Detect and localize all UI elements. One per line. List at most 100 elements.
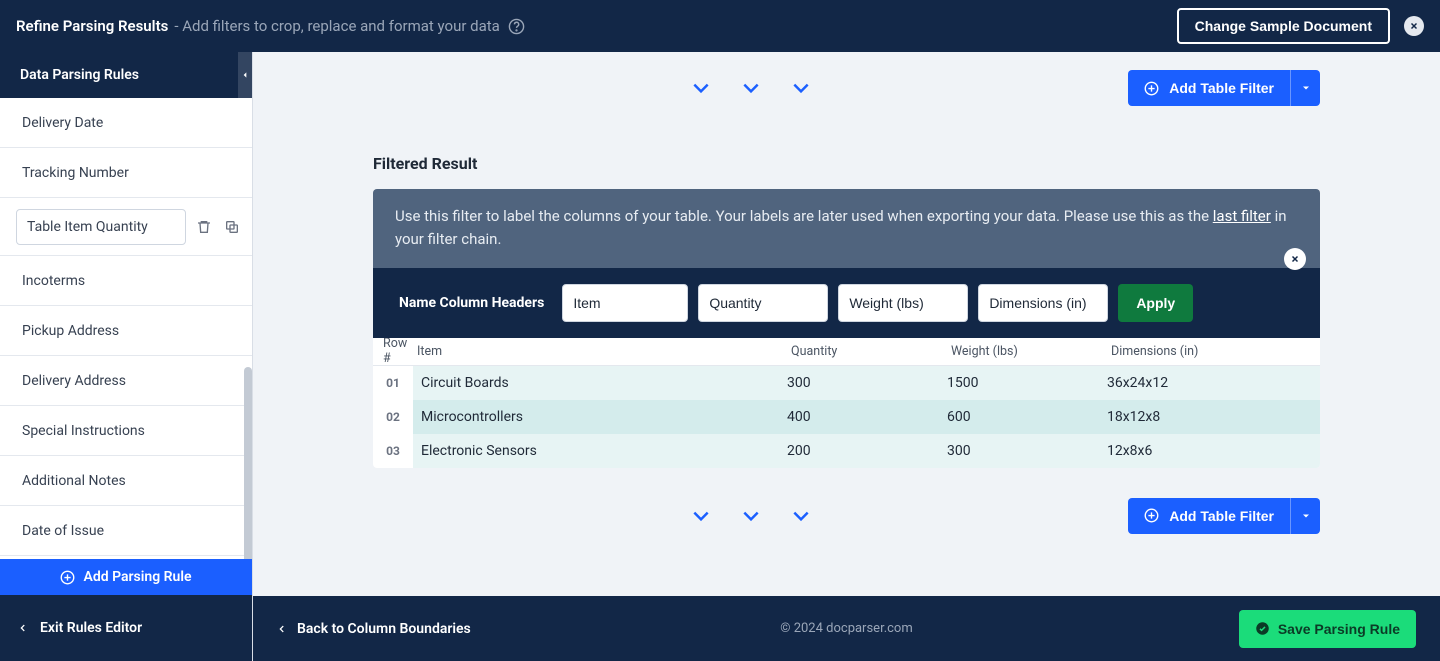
add-filter-dropdown-caret[interactable] — [1290, 498, 1320, 534]
rule-label: Additional Notes — [22, 473, 126, 489]
rules-list: Delivery Date Tracking Number Table Item… — [0, 98, 252, 559]
panel-close-icon[interactable] — [1284, 248, 1306, 270]
page-title: Refine Parsing Results — [16, 17, 168, 35]
copyright-text: © 2024 docparser.com — [780, 621, 913, 636]
chevron-down-icon[interactable] — [787, 506, 815, 526]
add-filter-label: Add Table Filter — [1169, 508, 1274, 524]
plus-circle-icon — [1144, 81, 1159, 96]
inputs-label: Name Column Headers — [399, 295, 544, 311]
sidebar-rule-active: Table Item Quantity — [0, 198, 252, 256]
apply-button[interactable]: Apply — [1118, 284, 1193, 322]
th-quantity: Quantity — [791, 344, 951, 359]
cell-quantity: 200 — [787, 443, 947, 459]
cell-item: Microcontrollers — [413, 409, 787, 425]
rule-label: Pickup Address — [22, 323, 119, 339]
active-rule-name-input[interactable]: Table Item Quantity — [16, 209, 186, 245]
table-row: 02 Microcontrollers 400 600 18x12x8 — [373, 400, 1320, 434]
save-parsing-rule-button[interactable]: Save Parsing Rule — [1239, 610, 1416, 648]
rule-label: Delivery Address — [22, 373, 126, 389]
chevron-down-icon[interactable] — [687, 506, 715, 526]
sidebar-collapse-button[interactable] — [238, 52, 252, 98]
close-icon[interactable] — [1404, 16, 1424, 36]
th-weight: Weight (lbs) — [951, 344, 1111, 359]
sidebar-header-label: Data Parsing Rules — [20, 67, 139, 83]
row-number: 01 — [373, 376, 413, 390]
column-header-input-3[interactable] — [838, 284, 968, 322]
copy-icon[interactable] — [222, 217, 242, 237]
save-label: Save Parsing Rule — [1278, 621, 1400, 637]
sidebar-rule-item[interactable]: Pickup Address — [0, 306, 252, 356]
bottom-bar: Back to Column Boundaries © 2024 docpars… — [253, 596, 1440, 661]
result-table: Row # Item Quantity Weight (lbs) Dimensi… — [373, 338, 1320, 468]
exit-label: Exit Rules Editor — [40, 620, 142, 636]
add-rule-label: Add Parsing Rule — [83, 569, 191, 585]
sidebar-rule-item[interactable]: Additional Notes — [0, 456, 252, 506]
sidebar: Data Parsing Rules Delivery Date Trackin… — [0, 52, 253, 661]
rule-label: Special Instructions — [22, 423, 145, 439]
exit-rules-editor-button[interactable]: Exit Rules Editor — [0, 595, 252, 661]
help-icon[interactable] — [508, 18, 525, 35]
table-row: 01 Circuit Boards 300 1500 36x24x12 — [373, 366, 1320, 400]
filter-panel: Use this filter to label the columns of … — [373, 189, 1320, 468]
back-to-column-boundaries-button[interactable]: Back to Column Boundaries — [277, 621, 471, 637]
cell-weight: 600 — [947, 409, 1107, 425]
info-text: Use this filter to label the columns of … — [395, 207, 1213, 225]
check-circle-icon — [1255, 621, 1270, 636]
cell-dimensions: 36x24x12 — [1107, 375, 1320, 391]
table-row: 03 Electronic Sensors 200 300 12x8x6 — [373, 434, 1320, 468]
filter-controls-bottom: Add Table Filter — [253, 468, 1440, 564]
filter-info-banner: Use this filter to label the columns of … — [373, 189, 1320, 268]
row-number: 03 — [373, 444, 413, 458]
cell-weight: 1500 — [947, 375, 1107, 391]
cell-dimensions: 18x12x8 — [1107, 409, 1320, 425]
th-rownum: Row # — [377, 336, 417, 366]
chevron-down-icon[interactable] — [737, 78, 765, 98]
column-header-inputs-row: Name Column Headers Apply — [373, 268, 1320, 338]
chevron-down-icon[interactable] — [687, 78, 715, 98]
sidebar-scrollbar[interactable] — [244, 367, 252, 559]
back-label: Back to Column Boundaries — [297, 621, 471, 637]
page-subtitle: - Add filters to crop, replace and forma… — [174, 17, 500, 35]
rule-label: Tracking Number — [22, 165, 129, 181]
cell-weight: 300 — [947, 443, 1107, 459]
row-number: 02 — [373, 410, 413, 424]
cell-quantity: 300 — [787, 375, 947, 391]
sidebar-rule-item[interactable]: Date of Issue — [0, 506, 252, 556]
sidebar-rule-item[interactable]: Tracking Number — [0, 148, 252, 198]
column-header-input-4[interactable] — [978, 284, 1108, 322]
rule-label: Delivery Date — [22, 115, 103, 131]
th-item: Item — [417, 344, 791, 359]
rule-label: Date of Issue — [22, 523, 104, 539]
add-table-filter-button[interactable]: Add Table Filter — [1128, 498, 1320, 534]
last-filter-link[interactable]: last filter — [1213, 207, 1271, 225]
chevron-down-icon[interactable] — [737, 506, 765, 526]
rule-label: Incoterms — [22, 273, 85, 289]
column-header-input-2[interactable] — [698, 284, 828, 322]
filtered-result-heading: Filtered Result — [373, 154, 1440, 173]
table-header-row: Row # Item Quantity Weight (lbs) Dimensi… — [373, 338, 1320, 366]
main-content: Add Table Filter Filtered Result Use thi… — [253, 52, 1440, 596]
add-filter-dropdown-caret[interactable] — [1290, 70, 1320, 106]
cell-quantity: 400 — [787, 409, 947, 425]
column-header-input-1[interactable] — [562, 284, 688, 322]
sidebar-rule-item[interactable]: Delivery Address — [0, 356, 252, 406]
add-filter-label: Add Table Filter — [1169, 80, 1274, 96]
sidebar-rule-item[interactable]: Delivery Date — [0, 98, 252, 148]
cell-dimensions: 12x8x6 — [1107, 443, 1320, 459]
chevron-group — [373, 506, 1128, 526]
plus-circle-icon — [1144, 508, 1159, 523]
th-dimensions: Dimensions (in) — [1111, 344, 1320, 359]
sidebar-rule-item[interactable]: Special Instructions — [0, 406, 252, 456]
add-parsing-rule-button[interactable]: Add Parsing Rule — [0, 559, 252, 595]
change-sample-button[interactable]: Change Sample Document — [1177, 8, 1390, 44]
trash-icon[interactable] — [194, 217, 214, 237]
cell-item: Electronic Sensors — [413, 443, 787, 459]
sidebar-rule-item[interactable]: Incoterms — [0, 256, 252, 306]
sidebar-header: Data Parsing Rules — [0, 52, 252, 98]
chevron-group — [373, 78, 1128, 98]
chevron-down-icon[interactable] — [787, 78, 815, 98]
add-table-filter-button[interactable]: Add Table Filter — [1128, 70, 1320, 106]
cell-item: Circuit Boards — [413, 375, 787, 391]
filter-controls-top: Add Table Filter — [253, 52, 1440, 106]
top-bar: Refine Parsing Results - Add filters to … — [0, 0, 1440, 52]
